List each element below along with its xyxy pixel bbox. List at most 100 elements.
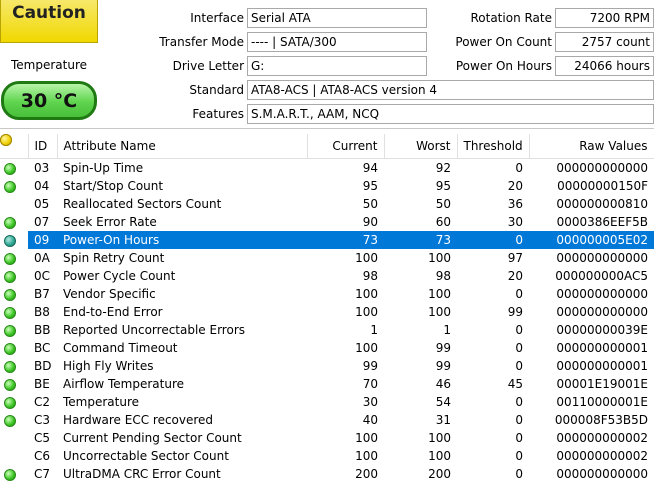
attribute-name-cell: Vendor Specific xyxy=(63,287,156,301)
attribute-name-cell: Command Timeout xyxy=(63,341,178,355)
status-cell xyxy=(0,303,28,321)
threshold-value-cell: 0 xyxy=(457,231,529,249)
attribute-name-cell: Reported Uncorrectable Errors xyxy=(63,323,246,337)
status-led-icon xyxy=(4,396,16,409)
worst-value-cell: 99 xyxy=(435,359,451,373)
table-row[interactable]: C3 Hardware ECC recovered 40 31 0 000008F53B5… xyxy=(0,411,654,429)
current-value-cell: 100 xyxy=(355,287,378,301)
current-value-cell: 50 xyxy=(362,197,378,211)
attribute-name-cell: Uncorrectable Sector Count xyxy=(63,449,229,463)
status-cell xyxy=(0,321,28,339)
attribute-name-cell: Spin Retry Count xyxy=(63,251,165,265)
features-field[interactable]: S.M.A.R.T., AAM, NCQ xyxy=(247,104,654,124)
status-cell xyxy=(0,213,28,231)
temperature-indicator[interactable]: 30 °C xyxy=(1,81,97,120)
table-row[interactable]: C2 Temperature 30 54 0 00110000001E xyxy=(0,393,654,411)
table-row[interactable]: 07 Seek Error Rate 90 60 30 0000386EEF5B xyxy=(0,213,654,231)
current-column-header[interactable]: Current xyxy=(307,134,385,159)
table-row[interactable]: BE Airflow Temperature 70 46 45 00001E19001E xyxy=(0,375,654,393)
standard-field[interactable]: ATA8-ACS | ATA8-ACS version 4 xyxy=(247,80,654,100)
rotation-rate-field[interactable]: 7200 RPM xyxy=(555,8,654,28)
worst-value-cell: 1 xyxy=(443,323,451,337)
table-row[interactable]: 0C Power Cycle Count 98 98 20 000000000AC5 xyxy=(0,267,654,285)
table-row[interactable]: 0A Spin Retry Count 100 100 97 000000000000 xyxy=(0,249,654,267)
attribute-id-cell: BD xyxy=(34,359,52,373)
attribute-id-cell: B8 xyxy=(34,305,50,319)
threshold-value-cell: 0 xyxy=(515,395,523,409)
attribute-name-cell: High Fly Writes xyxy=(63,359,154,373)
table-row[interactable]: B8 End-to-End Error 100 100 99 000000000000 xyxy=(0,303,654,321)
status-led-icon xyxy=(4,378,16,391)
threshold-column-header[interactable]: Threshold xyxy=(457,134,530,159)
table-row[interactable]: BC Command Timeout 100 99 0 000000000001 xyxy=(0,339,654,357)
raw-value-cell: 000000000000 xyxy=(556,251,648,265)
attribute-name-cell: Spin-Up Time xyxy=(63,161,144,175)
attribute-name-cell: Power-On Hours xyxy=(57,231,307,249)
status-cell xyxy=(0,177,28,195)
attribute-name-cell: Temperature xyxy=(63,395,140,409)
attribute-id-cell: C3 xyxy=(34,413,51,427)
current-value-cell: 70 xyxy=(362,377,378,391)
worst-column-header[interactable]: Worst xyxy=(384,134,458,159)
attribute-id-cell: C7 xyxy=(34,467,51,481)
interface-field[interactable]: Serial ATA xyxy=(247,8,427,28)
rotation-rate-label: Rotation Rate xyxy=(470,11,552,25)
attribute-name-column-header[interactable]: Attribute Name xyxy=(57,134,308,159)
table-row[interactable]: BB Reported Uncorrectable Errors 1 1 0 000000… xyxy=(0,321,654,339)
status-cell xyxy=(0,465,28,483)
transfer-mode-field[interactable]: ---- | SATA/300 xyxy=(247,32,427,52)
status-cell xyxy=(0,411,28,429)
current-value-cell: 100 xyxy=(355,341,378,355)
power-on-hours-field[interactable]: 24066 hours xyxy=(555,56,654,76)
attribute-id-cell: C6 xyxy=(34,449,51,463)
table-row[interactable]: 03 Spin-Up Time 94 92 0 000000000000 xyxy=(0,159,654,178)
attribute-name-cell: Airflow Temperature xyxy=(63,377,185,391)
drive-info-panel: Caution Temperature 30 °C Interface Seri… xyxy=(0,0,654,128)
threshold-value-cell: 0 xyxy=(515,359,523,373)
attribute-id-cell: 04 xyxy=(34,179,50,193)
raw-values-column-header[interactable]: Raw Values xyxy=(529,134,654,159)
status-led-icon xyxy=(4,270,16,283)
threshold-value-cell: 0 xyxy=(515,287,523,301)
threshold-value-cell: 0 xyxy=(515,161,523,175)
status-led-icon xyxy=(4,342,16,355)
attribute-id-cell: 09 xyxy=(28,231,57,249)
status-led-icon xyxy=(4,414,16,427)
health-status-button[interactable]: Caution xyxy=(0,0,98,43)
id-column-header[interactable]: ID xyxy=(28,134,58,159)
table-row[interactable]: 09 Power-On Hours 73 73 0 000000005E02 xyxy=(0,231,654,249)
threshold-value-cell: 20 xyxy=(507,179,523,193)
attribute-name-cell: UltraDMA CRC Error Count xyxy=(63,467,221,481)
table-row[interactable]: 04 Start/Stop Count 95 95 20 00000000150F xyxy=(0,177,654,195)
threshold-value-cell: 30 xyxy=(507,215,523,229)
worst-value-cell: 95 xyxy=(435,179,451,193)
worst-value-cell: 100 xyxy=(428,449,451,463)
drive-letter-field[interactable]: G: xyxy=(247,56,427,76)
raw-value-cell: 0000386EEF5B xyxy=(556,215,648,229)
power-on-count-field[interactable]: 2757 count xyxy=(555,32,654,52)
attribute-id-cell: BC xyxy=(34,341,51,355)
status-cell xyxy=(0,375,28,393)
table-row[interactable]: C5 Current Pending Sector Count 100 100 0 000… xyxy=(0,134,654,447)
standard-label: Standard xyxy=(189,83,244,97)
worst-value-cell: 31 xyxy=(435,413,451,427)
table-row[interactable]: 05 Reallocated Sectors Count 50 50 36 0000000… xyxy=(0,134,654,213)
worst-value-cell: 98 xyxy=(435,269,451,283)
threshold-value-cell: 0 xyxy=(515,467,523,481)
table-row[interactable]: C6 Uncorrectable Sector Count 100 100 0 00000… xyxy=(0,134,654,465)
threshold-value-cell: 45 xyxy=(507,377,523,391)
temperature-value: 30 °C xyxy=(20,89,78,112)
status-cell xyxy=(0,339,28,357)
current-value-cell: 1 xyxy=(370,323,378,337)
table-row[interactable]: BD High Fly Writes 99 99 0 000000000001 xyxy=(0,357,654,375)
table-header-row: ID Attribute Name Current Worst Threshol… xyxy=(0,134,654,159)
attribute-id-cell: 03 xyxy=(34,161,50,175)
raw-value-cell: 000000000000 xyxy=(556,287,648,301)
status-cell xyxy=(0,159,28,178)
raw-value-cell: 000000000000 xyxy=(556,305,648,319)
table-row[interactable]: C7 UltraDMA CRC Error Count 200 200 0 0000000… xyxy=(0,465,654,483)
status-cell xyxy=(0,357,28,375)
threshold-value-cell: 0 xyxy=(515,323,523,337)
raw-value-cell: 00110000001E xyxy=(556,395,648,409)
table-row[interactable]: B7 Vendor Specific 100 100 0 000000000000 xyxy=(0,285,654,303)
